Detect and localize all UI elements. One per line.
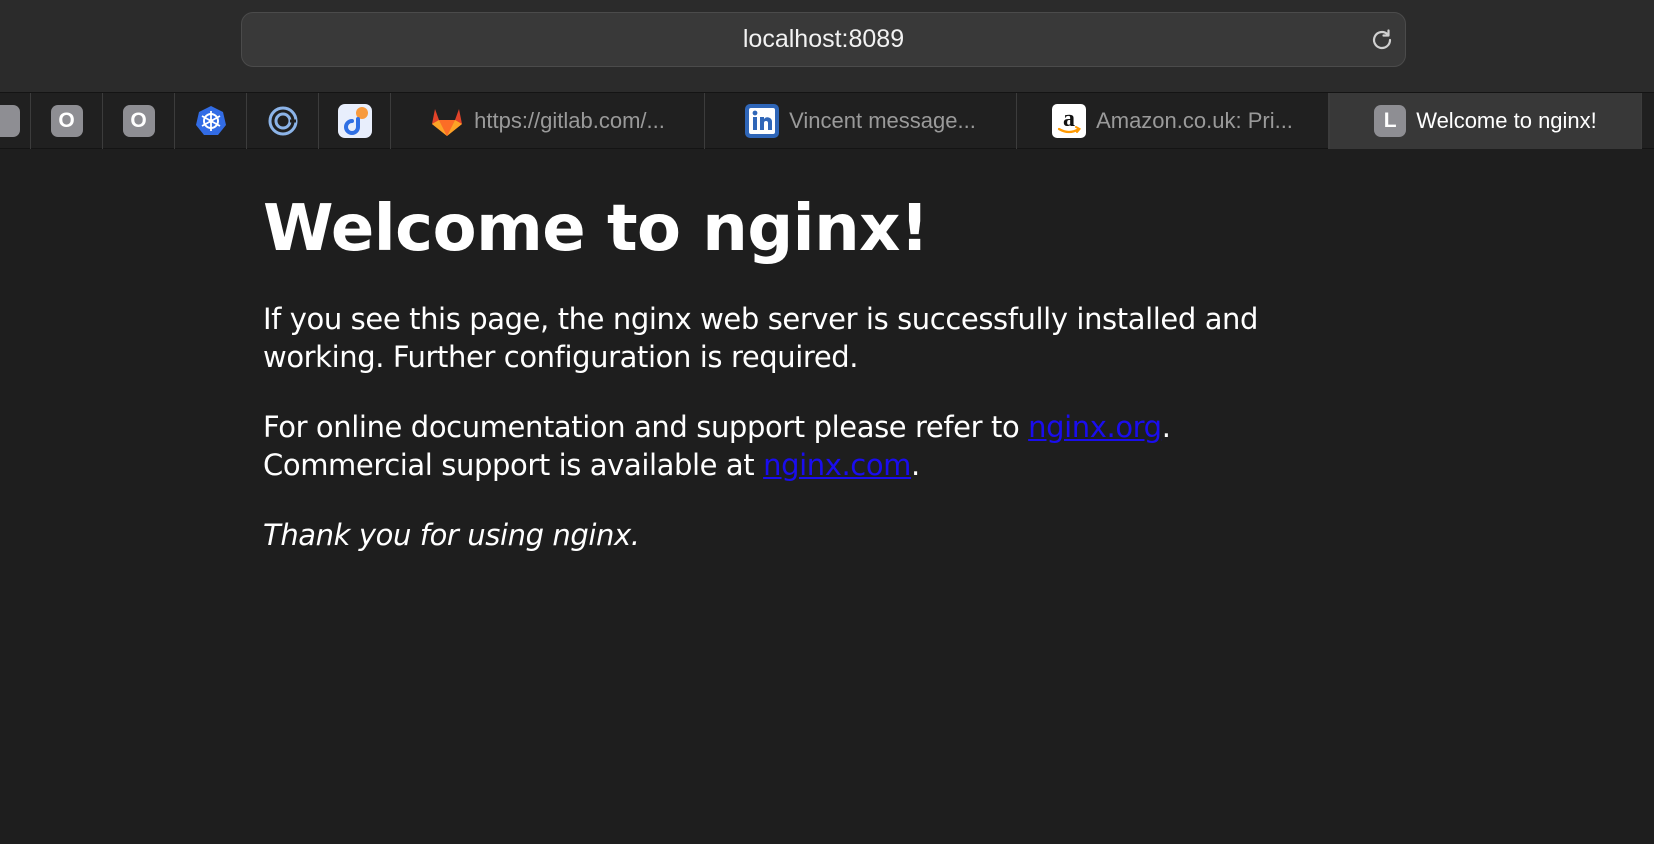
period: . [1161,410,1171,444]
openai-icon [0,105,20,137]
docs-paragraph: For online documentation and support ple… [263,408,1263,484]
page-heading: Welcome to nginx! [263,192,929,266]
nginx-com-link[interactable]: nginx.com [763,448,911,482]
docs-line-1: For online documentation and support ple… [263,408,1263,446]
jira-like-app-icon [337,104,372,138]
tab-strip: O O https://gitlab.com/... Vincent messa… [0,92,1654,149]
pinned-tab-3[interactable] [175,93,247,149]
letter-l-icon: L [1374,105,1407,137]
svg-text:a: a [1063,106,1075,132]
openai-icon: O [122,105,155,137]
intro-line-2: working. Further configuration is requir… [263,340,859,374]
linkedin-icon [745,104,780,138]
period: . [911,448,920,482]
thanks-emphasis: Thank you for using nginx. [263,518,640,552]
amazon-icon: a [1052,104,1087,138]
pinned-tab-2[interactable]: O [103,93,175,149]
tab-nginx-active[interactable]: L Welcome to nginx! [1329,93,1642,149]
intro-line-1: If you see this page, the nginx web serv… [263,302,1259,336]
address-bar[interactable]: localhost:8089 [241,12,1406,67]
pinned-tab-1[interactable]: O [31,93,103,149]
tab-label: Amazon.co.uk: Pri... [1096,108,1293,133]
page-content: Welcome to nginx! If you see this page, … [263,190,1263,586]
nginx-org-link[interactable]: nginx.org [1028,410,1162,444]
commercial-text: Commercial support is available at [263,448,764,482]
tab-label: Welcome to nginx! [1416,108,1597,133]
intro-paragraph: If you see this page, the nginx web serv… [263,300,1263,376]
reload-icon[interactable] [1369,27,1395,53]
pinned-tab-partial[interactable] [0,93,31,149]
kubernetes-icon [195,106,226,135]
openai-icon: O [50,105,83,137]
pinned-tab-5[interactable] [319,93,391,149]
address-bar-url[interactable]: localhost:8089 [242,13,1405,66]
tab-amazon[interactable]: a Amazon.co.uk: Pri... [1017,93,1329,149]
tab-gitlab[interactable]: https://gitlab.com/... [391,93,705,149]
pinned-tab-4[interactable] [247,93,319,149]
gitlab-icon [432,109,463,136]
tab-linkedin[interactable]: Vincent message... [705,93,1017,149]
docs-text: For online documentation and support ple… [263,410,1029,444]
tab-label: Vincent message... [789,108,976,133]
swirl-app-icon [268,106,297,136]
tab-label: https://gitlab.com/... [474,108,665,133]
docs-line-2: Commercial support is available at nginx… [263,446,1263,484]
thanks-text: Thank you for using nginx. [263,516,1263,554]
browser-toolbar: localhost:8089 [0,0,1654,92]
